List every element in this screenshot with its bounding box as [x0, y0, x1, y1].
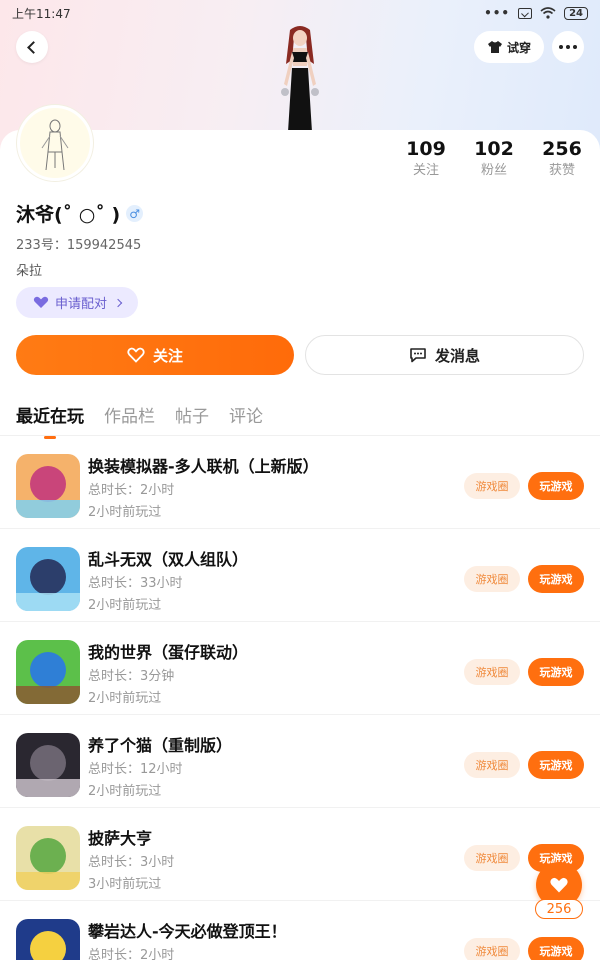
game-circle-button[interactable]: 游戏圈 [464, 659, 520, 685]
character-figure [281, 26, 319, 132]
game-circle-button[interactable]: 游戏圈 [464, 566, 520, 592]
status-bar: 上午11:47 ••• 24 [0, 0, 600, 26]
more-dot-icon [566, 45, 570, 49]
game-icon[interactable] [16, 733, 80, 797]
user-signature: 朵拉 [16, 264, 43, 279]
back-button[interactable] [16, 31, 48, 63]
game-row[interactable]: 我的世界（蛋仔联动） 总时长：3分钟 2小时前玩过 游戏圈 玩游戏 [0, 622, 600, 715]
battery-icon: 24 [564, 6, 588, 20]
sim-icon [518, 7, 533, 19]
status-time: 上午11:47 [12, 6, 71, 21]
user-name: 沐爷(˚ ○˚ ) [16, 204, 121, 226]
back-icon [27, 40, 40, 54]
game-icon[interactable] [16, 640, 80, 704]
request-pair-button[interactable]: 申请配对 [16, 287, 138, 318]
request-pair-label: 申请配对 [54, 297, 107, 312]
follow-button[interactable]: 关注 [16, 335, 294, 375]
heart-pair-icon [33, 296, 49, 308]
profile-tabs: 最近在玩 作品栏 帖子 评论 [16, 402, 263, 439]
status-dots: ••• [484, 6, 511, 20]
game-icon[interactable] [16, 547, 80, 611]
game-duration: 总时长：2小时 [88, 483, 175, 498]
avatar-sketch-image [41, 119, 69, 171]
game-row[interactable]: 攀岩达人-今天必做登顶王！ 总时长：2小时 游戏圈 玩游戏 [0, 901, 600, 960]
game-circle-button[interactable]: 游戏圈 [464, 845, 520, 871]
game-duration: 总时长：3分钟 [88, 669, 175, 684]
stat-likes[interactable]: 256 获赞 [532, 137, 592, 181]
status-icons: ••• 24 [484, 6, 588, 20]
game-title[interactable]: 养了个猫（重制版） [88, 732, 232, 756]
wifi-icon [540, 7, 556, 19]
play-game-button[interactable]: 玩游戏 [528, 472, 584, 500]
like-count: 256 [535, 899, 583, 919]
stat-followers[interactable]: 102 粉丝 [464, 137, 524, 181]
tab-works[interactable]: 作品栏 [104, 402, 155, 439]
play-game-button[interactable]: 玩游戏 [528, 751, 584, 779]
game-duration: 总时长：3小时 [88, 855, 175, 870]
game-icon[interactable] [16, 919, 80, 960]
tab-posts[interactable]: 帖子 [175, 402, 209, 439]
chevron-right-icon [113, 298, 123, 307]
send-message-label: 发消息 [434, 346, 480, 365]
stat-label: 获赞 [548, 163, 575, 178]
stat-label: 粉丝 [480, 163, 507, 178]
more-dot-icon [573, 45, 577, 49]
more-dot-icon [559, 45, 563, 49]
stat-value: 256 [542, 138, 582, 160]
game-row[interactable]: 养了个猫（重制版） 总时长：12小时 2小时前玩过 游戏圈 玩游戏 [0, 715, 600, 808]
game-title[interactable]: 乱斗无双（双人组队） [88, 546, 248, 570]
tab-comments[interactable]: 评论 [229, 402, 263, 439]
game-circle-button[interactable]: 游戏圈 [464, 473, 520, 499]
user-id: 233号：159942545 [16, 238, 142, 253]
male-gender-icon: ♂ [126, 205, 144, 222]
game-last-played: 2小时前玩过 [88, 691, 162, 706]
recent-games-list: 换装模拟器-多人联机（上新版） 总时长：2小时 2小时前玩过 游戏圈 玩游戏 乱斗无双（双… [0, 436, 600, 960]
try-on-button[interactable]: 试穿 [474, 31, 544, 63]
game-icon[interactable] [16, 454, 80, 518]
game-last-played: 2小时前玩过 [88, 505, 162, 520]
tab-recent-games[interactable]: 最近在玩 [16, 402, 84, 439]
stat-value: 102 [474, 138, 514, 160]
follow-heart-icon [127, 347, 145, 363]
stat-label: 关注 [412, 163, 439, 178]
game-title[interactable]: 攀岩达人-今天必做登顶王！ [88, 918, 287, 942]
stat-value: 109 [406, 138, 446, 160]
game-row[interactable]: 乱斗无双（双人组队） 总时长：33小时 2小时前玩过 游戏圈 玩游戏 [0, 529, 600, 622]
game-last-played: 3小时前玩过 [88, 877, 162, 892]
game-title[interactable]: 披萨大亨 [88, 825, 152, 849]
game-last-played: 2小时前玩过 [88, 598, 162, 613]
play-game-button[interactable]: 玩游戏 [528, 937, 584, 960]
try-on-label: 试穿 [506, 40, 531, 55]
user-name-row: 沐爷(˚ ○˚ ) ♂ [16, 200, 144, 227]
chat-bubble-icon [410, 348, 426, 363]
send-message-button[interactable]: 发消息 [305, 335, 584, 375]
game-title[interactable]: 我的世界（蛋仔联动） [88, 639, 248, 663]
stat-following[interactable]: 109 关注 [396, 137, 456, 181]
game-icon[interactable] [16, 826, 80, 890]
game-row[interactable]: 披萨大亨 总时长：3小时 3小时前玩过 游戏圈 玩游戏 [0, 808, 600, 901]
game-duration: 总时长：12小时 [88, 762, 183, 777]
game-last-played: 2小时前玩过 [88, 784, 162, 799]
avatar[interactable] [17, 105, 93, 181]
more-options-button[interactable] [552, 31, 584, 63]
heart-icon [550, 877, 568, 893]
game-circle-button[interactable]: 游戏圈 [464, 752, 520, 778]
game-duration: 总时长：2小时 [88, 948, 175, 960]
game-duration: 总时长：33小时 [88, 576, 183, 591]
play-game-button[interactable]: 玩游戏 [528, 658, 584, 686]
tshirt-icon [487, 41, 502, 53]
follow-label: 关注 [152, 346, 183, 365]
game-title[interactable]: 换装模拟器-多人联机（上新版） [88, 453, 319, 477]
game-row[interactable]: 换装模拟器-多人联机（上新版） 总时长：2小时 2小时前玩过 游戏圈 玩游戏 [0, 436, 600, 529]
play-game-button[interactable]: 玩游戏 [528, 565, 584, 593]
game-circle-button[interactable]: 游戏圈 [464, 938, 520, 960]
